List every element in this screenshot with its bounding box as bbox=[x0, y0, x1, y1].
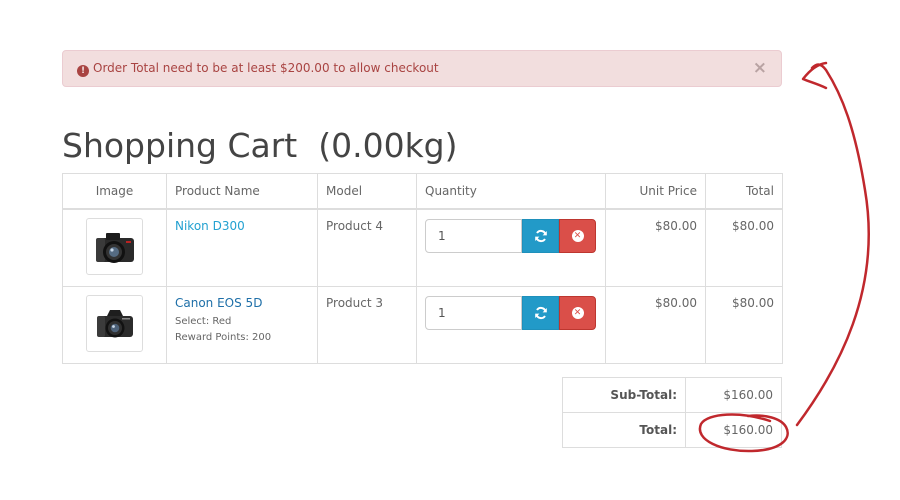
subtotal-value: $160.00 bbox=[685, 377, 782, 413]
cart-header-row: Image Product Name Model Quantity Unit P… bbox=[62, 173, 783, 210]
page-title: Shopping Cart (0.00kg) bbox=[62, 126, 458, 165]
quantity-input[interactable]: 1 bbox=[425, 295, 522, 330]
product-option: Select: Red bbox=[175, 315, 232, 327]
total-label: Total: bbox=[562, 412, 686, 448]
product-name-cell: Nikon D300 bbox=[166, 208, 318, 287]
product-options: Select: Red Reward Points: 200 bbox=[175, 314, 309, 346]
refresh-icon bbox=[534, 229, 547, 242]
update-quantity-button[interactable] bbox=[522, 295, 559, 330]
product-image-cell bbox=[62, 285, 167, 364]
quantity-control: 1 ✕ bbox=[425, 218, 597, 254]
remove-item-button[interactable]: ✕ bbox=[559, 218, 596, 253]
product-thumbnail[interactable] bbox=[86, 217, 143, 275]
subtotal-label: Sub-Total: bbox=[562, 377, 686, 413]
subtotal-row: Sub-Total: $160.00 bbox=[562, 377, 782, 413]
model-cell: Product 3 bbox=[317, 285, 417, 364]
unit-price-cell: $80.00 bbox=[605, 285, 706, 364]
times-circle-icon: ✕ bbox=[571, 229, 584, 242]
row-total-cell: $80.00 bbox=[705, 208, 783, 287]
product-link[interactable]: Nikon D300 bbox=[175, 219, 245, 233]
checkout-minimum-alert: ! Order Total need to be at least $200.00… bbox=[62, 50, 782, 87]
header-image: Image bbox=[62, 173, 167, 210]
table-row: Nikon D300 Product 4 1 ✕ $80.00 $80.00 bbox=[62, 208, 783, 287]
close-alert-button[interactable]: × bbox=[753, 51, 767, 86]
total-row: Total: $160.00 bbox=[562, 412, 782, 448]
product-image-cell bbox=[62, 208, 167, 287]
annotation-arrowhead bbox=[801, 61, 828, 90]
quantity-cell: 1 ✕ bbox=[416, 208, 606, 287]
row-total-cell: $80.00 bbox=[705, 285, 783, 364]
header-model: Model bbox=[317, 173, 417, 210]
cart-totals-table: Sub-Total: $160.00 Total: $160.00 bbox=[562, 377, 782, 448]
table-row: Canon EOS 5D Select: Red Reward Points: … bbox=[62, 285, 783, 364]
header-product-name: Product Name bbox=[166, 173, 318, 210]
product-name-cell: Canon EOS 5D Select: Red Reward Points: … bbox=[166, 285, 318, 364]
cart-table: Image Product Name Model Quantity Unit P… bbox=[62, 173, 783, 364]
product-link[interactable]: Canon EOS 5D bbox=[175, 296, 262, 310]
unit-price-cell: $80.00 bbox=[605, 208, 706, 287]
product-thumbnail[interactable] bbox=[86, 294, 143, 352]
quantity-cell: 1 ✕ bbox=[416, 285, 606, 364]
quantity-control: 1 ✕ bbox=[425, 295, 597, 331]
header-total: Total bbox=[705, 173, 783, 210]
canon-camera-icon bbox=[97, 309, 133, 337]
model-cell: Product 4 bbox=[317, 208, 417, 287]
nikon-camera-icon bbox=[96, 232, 134, 263]
reward-points: Reward Points: 200 bbox=[175, 331, 272, 343]
total-value: $160.00 bbox=[685, 412, 782, 448]
quantity-input[interactable]: 1 bbox=[425, 218, 522, 253]
header-unit-price: Unit Price bbox=[605, 173, 706, 210]
annotation-arrow-line bbox=[795, 63, 870, 427]
refresh-icon bbox=[534, 306, 547, 319]
exclamation-circle-icon: ! bbox=[77, 65, 89, 77]
alert-message: Order Total need to be at least $200.00 … bbox=[93, 61, 439, 75]
update-quantity-button[interactable] bbox=[522, 218, 559, 253]
times-circle-icon: ✕ bbox=[571, 306, 584, 319]
header-quantity: Quantity bbox=[416, 173, 606, 210]
remove-item-button[interactable]: ✕ bbox=[559, 295, 596, 330]
